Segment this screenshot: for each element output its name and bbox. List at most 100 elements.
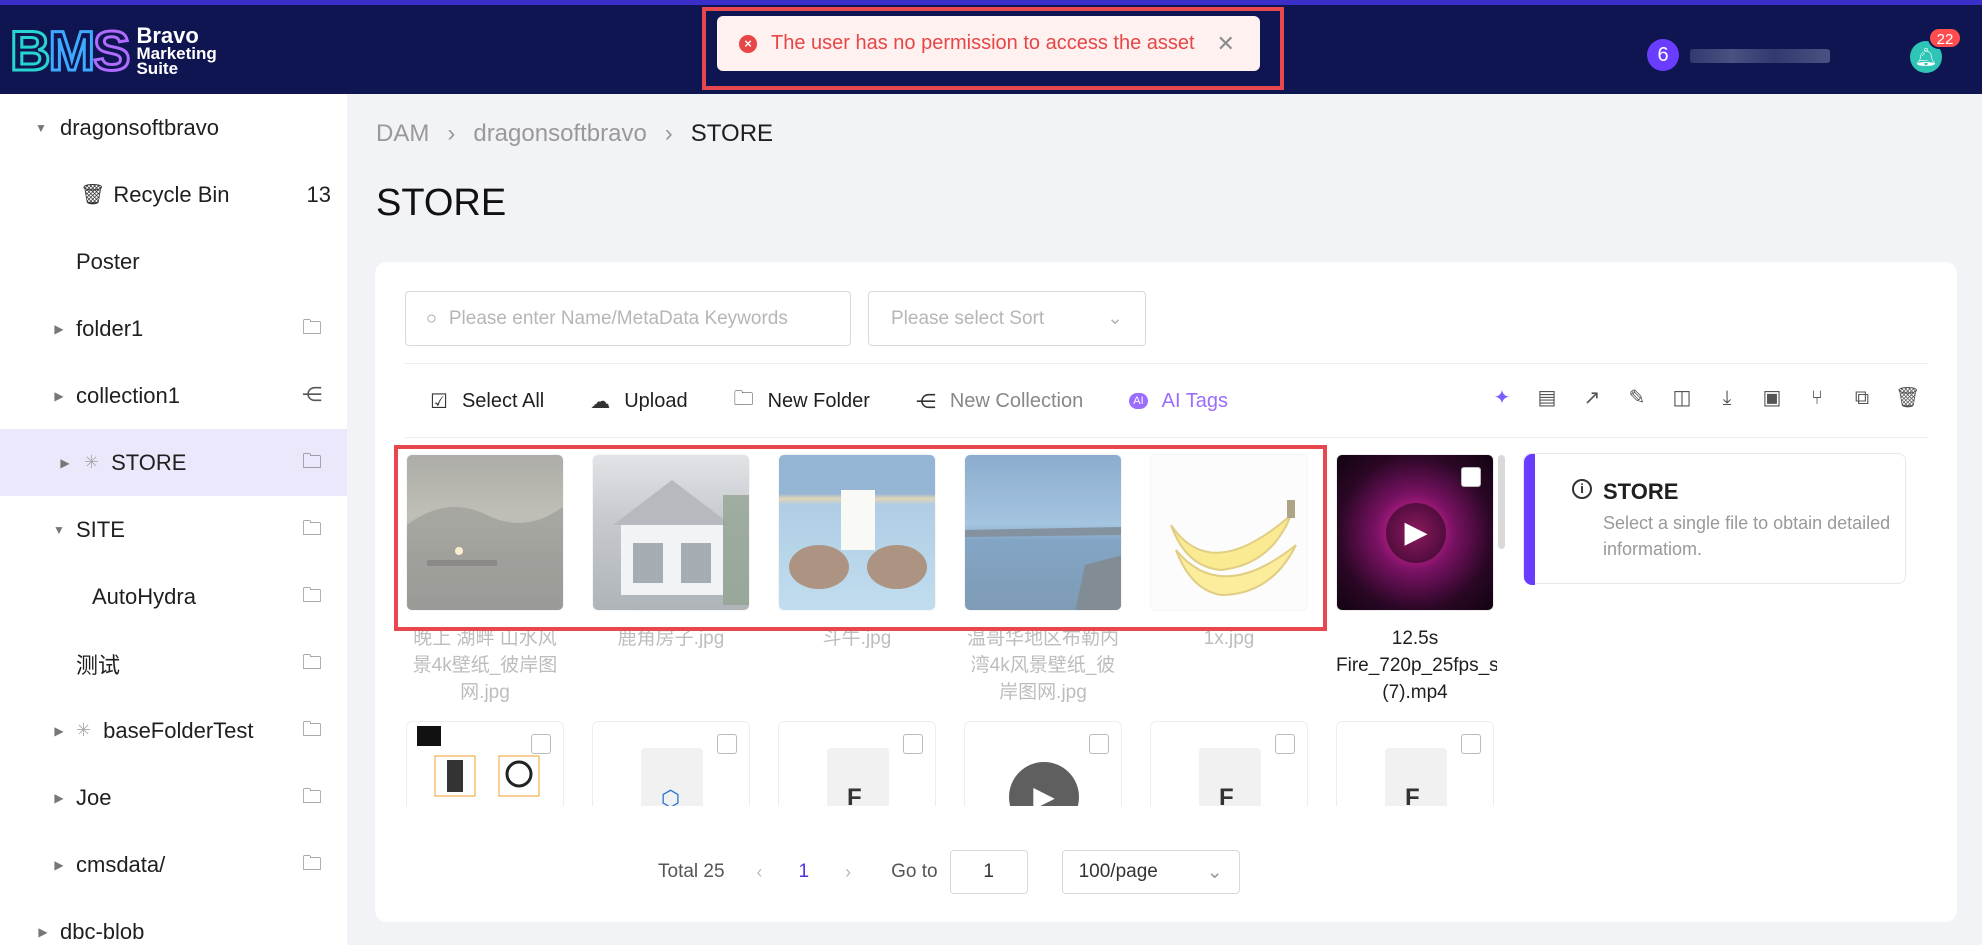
sidebar-item-basefoldertest[interactable]: ▶ ✳ baseFolderTest 🗀 [0, 697, 347, 764]
file-name: 温哥华地区布勒内湾4k风景壁纸_彼岸图网.jpg [966, 628, 1119, 703]
divider [405, 437, 1928, 438]
asset-checkbox[interactable] [1089, 734, 1109, 754]
sidebar-item-joe[interactable]: ▶ Joe 🗀 [0, 764, 347, 831]
thumbnail-generic-file[interactable]: F [1150, 721, 1308, 806]
batch-actions: ✦ ▤ ↗ ✎ ◫ ⤓ ▣ ⑂ ⧉ 🗑︎ [1490, 386, 1921, 410]
sparkle-icon[interactable]: ✦ [1490, 386, 1514, 410]
page-number[interactable]: 1 [799, 861, 810, 883]
asset-checkbox[interactable] [531, 734, 551, 754]
tree-root-label: dragonsoftbravo [60, 114, 219, 140]
caret-right-icon[interactable]: ▶ [52, 389, 66, 403]
download-icon[interactable]: ⤓ [1715, 386, 1739, 410]
thumbnail-video-fire[interactable]: ▶ [1336, 454, 1494, 611]
trash-icon[interactable]: 🗑︎ [1895, 386, 1920, 410]
thumbnail-generic-file[interactable]: F [778, 721, 936, 806]
asset-checkbox[interactable] [903, 734, 923, 754]
sidebar-item-label: baseFolderTest [103, 717, 254, 743]
thumbnail-product-sheet[interactable] [406, 721, 564, 806]
brand-logo[interactable]: BMS Bravo Marketing Suite [8, 21, 217, 80]
play-icon[interactable]: ▶ [1009, 762, 1079, 806]
asset-card[interactable]: F [1150, 721, 1308, 806]
search-input[interactable]: ○ Please enter Name/MetaData Keywords [405, 291, 851, 346]
thumbnail-generic-file[interactable]: F [1336, 721, 1494, 806]
chevron-down-icon: ⌄ [1107, 308, 1123, 329]
info-title: STORE [1603, 479, 1679, 504]
select-all-label: Select All [461, 389, 545, 412]
asset-card[interactable]: F [778, 721, 936, 806]
sidebar-item-recycle-bin[interactable]: 🗑︎ Recycle Bin 13 [0, 161, 347, 228]
sidebar-item-collection1[interactable]: ▶ collection1 ⋲ [0, 362, 347, 429]
error-toast: × The user has no permission to access t… [717, 16, 1260, 71]
new-collection-button[interactable]: ⋲ New Collection [916, 389, 1083, 414]
page-size-value: 100/page [1078, 861, 1158, 882]
caret-right-icon[interactable]: ▶ [36, 925, 50, 939]
asset-checkbox[interactable] [1461, 467, 1481, 487]
caret-right-icon[interactable]: ▶ [52, 724, 66, 738]
file-type-icon: F [1219, 784, 1234, 806]
sidebar-item-test[interactable]: 测试 🗀 [0, 630, 347, 697]
grid-scrollbar[interactable] [1498, 455, 1505, 549]
sort-select[interactable]: Please select Sort ⌄ [868, 291, 1146, 346]
asset-checkbox[interactable] [1461, 734, 1481, 754]
goto-input[interactable]: 1 [949, 850, 1028, 894]
sidebar-item-poster[interactable]: Poster [0, 228, 347, 295]
thumbnail-3d-file[interactable]: ⬡ [592, 721, 750, 806]
caret-right-icon[interactable]: ▶ [58, 456, 72, 470]
tree-root[interactable]: ▼ dragonsoftbravo [0, 94, 347, 161]
split-icon[interactable]: ◫ [1670, 386, 1694, 410]
loading-icon: ✳ [84, 452, 100, 472]
sidebar-item-dbc-blob[interactable]: ▶ dbc-blob [0, 898, 347, 945]
sidebar-item-site[interactable]: ▼ SITE 🗀 [0, 496, 347, 563]
folder-icon: 🗀 [302, 853, 322, 875]
asset-card[interactable]: ⬡ [592, 721, 750, 806]
caret-right-icon[interactable]: ▶ [52, 791, 66, 805]
select-all-button[interactable]: ☑ Select All [430, 389, 544, 414]
board-icon[interactable]: ▣ [1760, 386, 1784, 410]
asset-card[interactable]: ▶ 12.5s Fire_720p_25fps_small (7).mp4 [1336, 454, 1497, 706]
sidebar-item-cmsdata[interactable]: ▶ cmsdata/ 🗀 [0, 831, 347, 898]
edit-icon[interactable]: ✎ [1625, 386, 1649, 410]
breadcrumb-item[interactable]: DAM [376, 120, 429, 148]
chevron-right-icon: › [447, 120, 456, 147]
thumbnail-video-file[interactable]: ▶ [964, 721, 1122, 806]
new-collection-label: New Collection [949, 389, 1084, 412]
caret-down-icon[interactable]: ▼ [52, 523, 66, 537]
sidebar-item-folder1[interactable]: ▶ folder1 🗀 [0, 295, 347, 362]
sidebar-item-autohydra[interactable]: AutoHydra 🗀 [0, 563, 347, 630]
info-card: i STORE Select a single file to obtain d… [1523, 453, 1906, 585]
new-folder-button[interactable]: 🗀 New Folder [734, 384, 870, 418]
asset-card[interactable]: ▶ [964, 721, 1122, 806]
sidebar-item-store[interactable]: ▶ ✳ STORE 🗀 [0, 429, 347, 496]
copy-icon[interactable]: ⧉ [1850, 386, 1874, 410]
divider [405, 363, 1928, 364]
info-description: Select a single file to obtain detailed … [1603, 513, 1891, 559]
branch-icon[interactable]: ⑂ [1805, 386, 1829, 410]
sidebar-item-label: STORE [111, 449, 187, 475]
asset-checkbox[interactable] [717, 734, 737, 754]
chevron-left-icon[interactable]: ‹ [757, 862, 763, 883]
error-icon: × [739, 34, 757, 53]
ai-tags-button[interactable]: AI AI Tags [1129, 390, 1228, 413]
cube-icon: ⬡ [661, 786, 681, 806]
upload-button[interactable]: ☁ Upload [590, 389, 687, 414]
asset-card[interactable] [406, 721, 564, 806]
close-icon[interactable]: ✕ [1217, 31, 1235, 57]
goto-label: Go to [891, 861, 938, 882]
page-size-select[interactable]: 100/page ⌄ [1061, 850, 1240, 894]
user-name-blurred[interactable] [1690, 49, 1830, 63]
asset-card[interactable]: F [1336, 721, 1494, 806]
asset-checkbox[interactable] [1275, 734, 1295, 754]
file-name: 12.5s Fire_720p_25fps_small (7).mp4 [1336, 628, 1497, 703]
caret-right-icon[interactable]: ▶ [52, 322, 66, 336]
caret-down-icon[interactable]: ▼ [34, 121, 48, 135]
pagination: Total 25 ‹ 1 › Go to 1 100/page ⌄ [658, 850, 1240, 894]
play-icon[interactable]: ▶ [1386, 503, 1446, 563]
logo-wordmark: Bravo Marketing Suite [136, 23, 217, 78]
sidebar-item-label: 测试 [76, 652, 121, 678]
breadcrumb-item[interactable]: dragonsoftbravo [473, 120, 646, 148]
chevron-right-icon[interactable]: › [845, 862, 851, 883]
user-avatar[interactable]: 6 [1647, 39, 1679, 71]
caret-right-icon[interactable]: ▶ [52, 858, 66, 872]
external-link-icon[interactable]: ↗ [1580, 386, 1604, 410]
stack-edit-icon[interactable]: ▤ [1535, 386, 1559, 410]
